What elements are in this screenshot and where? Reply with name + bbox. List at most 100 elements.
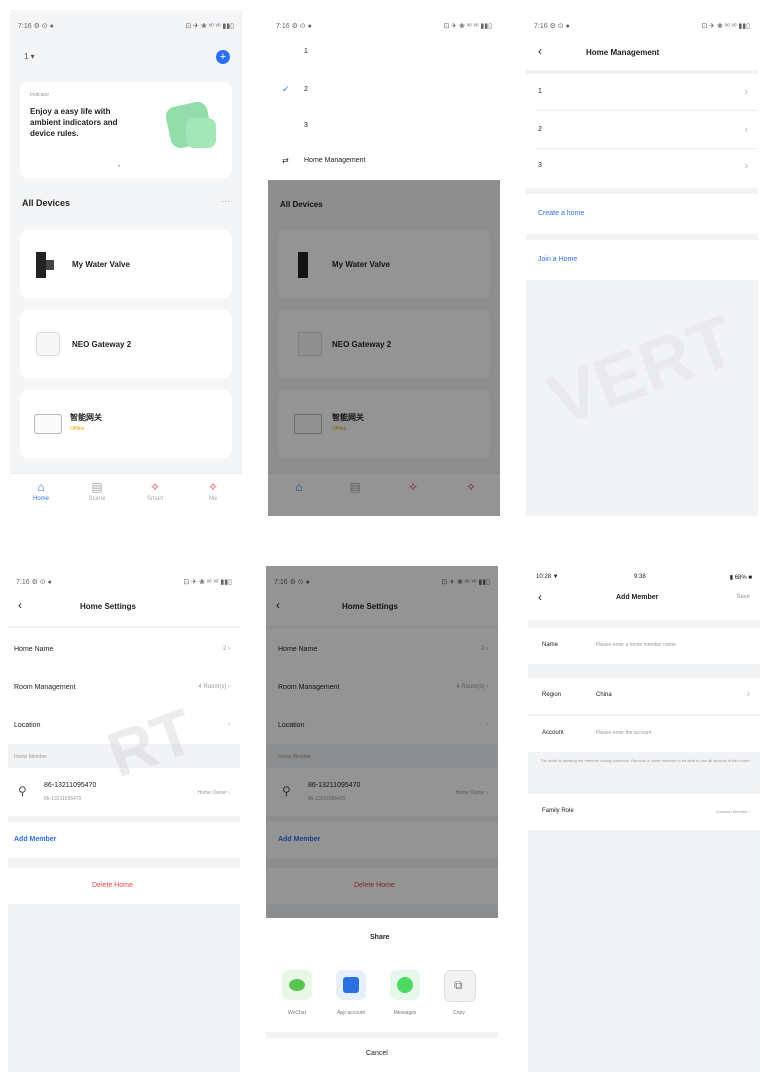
family-role-label: Family Role [542, 808, 574, 814]
app-account-icon[interactable] [336, 970, 366, 1000]
banner-label: Indicator [30, 92, 50, 98]
create-home-row[interactable]: Create a home [526, 194, 758, 234]
region-label: Region [542, 692, 562, 698]
header: 10:28 ▼ 9:38 ▮ 68% ■ ‹ Add Member Save [528, 566, 760, 620]
cancel-button[interactable]: Cancel [366, 1050, 388, 1057]
home-option[interactable]: 3 [304, 122, 308, 129]
add-button[interactable]: + [216, 50, 230, 64]
home-list: 1 › 2 › 3 › [526, 74, 758, 188]
share-label: WeChat [288, 1010, 306, 1016]
swap-icon: ⇄ [282, 156, 289, 165]
back-icon[interactable]: ‹ [538, 590, 542, 604]
dim-overlay[interactable] [266, 566, 498, 918]
location-value[interactable]: › [228, 722, 230, 728]
home-option[interactable]: 1 [304, 48, 308, 55]
home-option[interactable]: 2 [304, 86, 308, 93]
home-selector[interactable]: 1 ▾ [24, 52, 35, 61]
banner-card[interactable]: Indicator Enjoy a easy life with ambient… [20, 82, 232, 178]
tab-scene[interactable]: ▤ Scene [72, 480, 122, 502]
banner-text: Enjoy a easy life with ambient indicator… [30, 107, 118, 138]
name-input[interactable]: Please enter a home member name [596, 642, 676, 648]
home-item[interactable]: 3 [538, 162, 542, 169]
screen-home-settings: 7:16 ⚙ ⊙ ● ⊡ ✈ ❀ ᵛᵒ ᵛᵒ ▮▮▯ ‹ Home Settin… [8, 566, 240, 1072]
device-status: Offline [70, 426, 85, 432]
member-name: 86-13211095470 [44, 782, 97, 789]
tab-bar: ⌂ Home ▤ Scene ✧ Smart ✧ Me [10, 473, 242, 516]
me-icon: ✧ [207, 480, 219, 494]
screen-home: 7:16 ⚙ ⊙ ● ⊡ ✈ ❀ ᵛᵒ ᵛᵒ ▮▮▯ 1 ▾ + Indicat… [10, 10, 242, 516]
screen-add-member: 10:28 ▼ 9:38 ▮ 68% ■ ‹ Add Member Save N… [528, 566, 760, 1072]
section-label: Home Member [14, 754, 48, 760]
back-icon[interactable]: ‹ [18, 598, 22, 612]
ios-center: 9:38 [634, 574, 646, 580]
add-member-button[interactable]: Add Member [14, 836, 56, 843]
account-note: The invite is pending the member during … [540, 758, 751, 763]
device-card[interactable]: My Water Valve [20, 230, 232, 298]
gateway-icon [36, 332, 60, 356]
wechat-icon[interactable] [282, 970, 312, 1000]
room-management-value[interactable]: 4 Room(s) › [198, 684, 230, 690]
home-dropdown-panel: 7:16 ⚙ ⊙ ● ⊡ ✈ ❀ ᵛᵒ ᵛᵒ ▮▮▯ 1 ✓ 2 3 ⇄ Hom… [268, 10, 500, 180]
create-home-button[interactable]: Create a home [538, 210, 584, 217]
share-label: Copy [453, 1010, 465, 1016]
join-home-button[interactable]: Join a Home [538, 256, 577, 263]
dim-overlay[interactable] [268, 180, 500, 516]
more-icon[interactable]: ··· [221, 196, 230, 206]
chevron-right-icon: › [744, 124, 748, 136]
status-bar: 7:16 ⚙ ⊙ ● ⊡ ✈ ❀ ᵛᵒ ᵛᵒ ▮▮▯ [18, 23, 234, 30]
save-button[interactable]: Save [736, 594, 750, 600]
family-role-value[interactable]: Common Member › [716, 809, 750, 814]
watermark: VERT [538, 300, 746, 442]
status-bar: 7:16 ⚙ ⊙ ● ⊡ ✈ ❀ ᵛᵒ ᵛᵒ ▮▮▯ [16, 579, 232, 586]
member-role[interactable]: Home Owner › [197, 790, 230, 796]
home-item[interactable]: 2 [538, 126, 542, 133]
status-bar: 7:16 ⚙ ⊙ ● ⊡ ✈ ❀ ᵛᵒ ᵛᵒ ▮▮▯ [276, 23, 492, 30]
name-row: Name Please enter a home member name [528, 628, 760, 664]
setting-label: Location [14, 722, 41, 729]
device-name: 智能网关 [70, 413, 102, 422]
copy-icon[interactable]: ⧉ [444, 970, 476, 1002]
home-item[interactable]: 1 [538, 88, 542, 95]
setting-label: Room Management [14, 684, 76, 691]
share-label: Messages [393, 1010, 417, 1016]
add-member-row[interactable]: Add Member [8, 822, 240, 858]
member-account: 86-13211095470 [44, 796, 82, 802]
home-name-value[interactable]: 2 › [223, 646, 230, 652]
home-management-link[interactable]: Home Management [304, 157, 365, 164]
page-title: Add Member [616, 594, 659, 601]
scene-icon: ▤ [91, 480, 103, 494]
header: 7:16 ⚙ ⊙ ● ⊡ ✈ ❀ ᵛᵒ ᵛᵒ ▮▮▯ ‹ Home Settin… [8, 566, 240, 626]
hub-icon [34, 414, 62, 434]
device-name: NEO Gateway 2 [72, 340, 132, 349]
share-title: Share [370, 934, 390, 941]
chevron-right-icon: › [744, 86, 748, 98]
account-input[interactable]: Please enter the account [596, 730, 651, 736]
screen-home-dropdown: 7:16 ⚙ ⊙ ● ⊡ ✈ ❀ ᵛᵒ ᵛᵒ ▮▮▯ 1 ✓ 2 3 ⇄ Hom… [268, 10, 500, 516]
header: 7:16 ⚙ ⊙ ● ⊡ ✈ ❀ ᵛᵒ ᵛᵒ ▮▮▯ ‹ Home Manage… [526, 10, 758, 70]
messages-icon[interactable] [390, 970, 420, 1000]
tab-me[interactable]: ✧ Me [188, 480, 238, 502]
device-card[interactable]: NEO Gateway 2 [20, 310, 232, 378]
region-value[interactable]: China [596, 692, 612, 698]
all-devices-title: All Devices [22, 198, 71, 208]
page-title: Home Settings [80, 602, 137, 611]
ios-battery: ▮ 68% ■ [729, 575, 752, 581]
user-icon: ⚲ [18, 784, 27, 798]
family-role-row[interactable]: Family Role Common Member › [528, 794, 760, 830]
join-home-row[interactable]: Join a Home [526, 240, 758, 280]
chevron-right-icon: › [744, 160, 748, 172]
water-valve-icon [36, 252, 46, 278]
status-bar: 7:16 ⚙ ⊙ ● ⊡ ✈ ❀ ᵛᵒ ᵛᵒ ▮▮▯ [534, 23, 750, 30]
chevron-right-icon: › [746, 688, 750, 700]
tab-home[interactable]: ⌂ Home [16, 480, 66, 502]
home-icon: ⌂ [37, 480, 45, 494]
check-icon: ✓ [282, 84, 290, 94]
tab-smart[interactable]: ✧ Smart [130, 480, 180, 502]
back-icon[interactable]: ‹ [538, 44, 542, 58]
share-label: App account [337, 1010, 365, 1016]
delete-home-button[interactable]: Delete Home [92, 882, 133, 889]
region-row[interactable]: Region China › [528, 678, 760, 714]
device-card[interactable]: 智能网关 Offline [20, 390, 232, 458]
delete-home-row[interactable]: Delete Home [8, 868, 240, 904]
device-name: My Water Valve [72, 260, 130, 269]
